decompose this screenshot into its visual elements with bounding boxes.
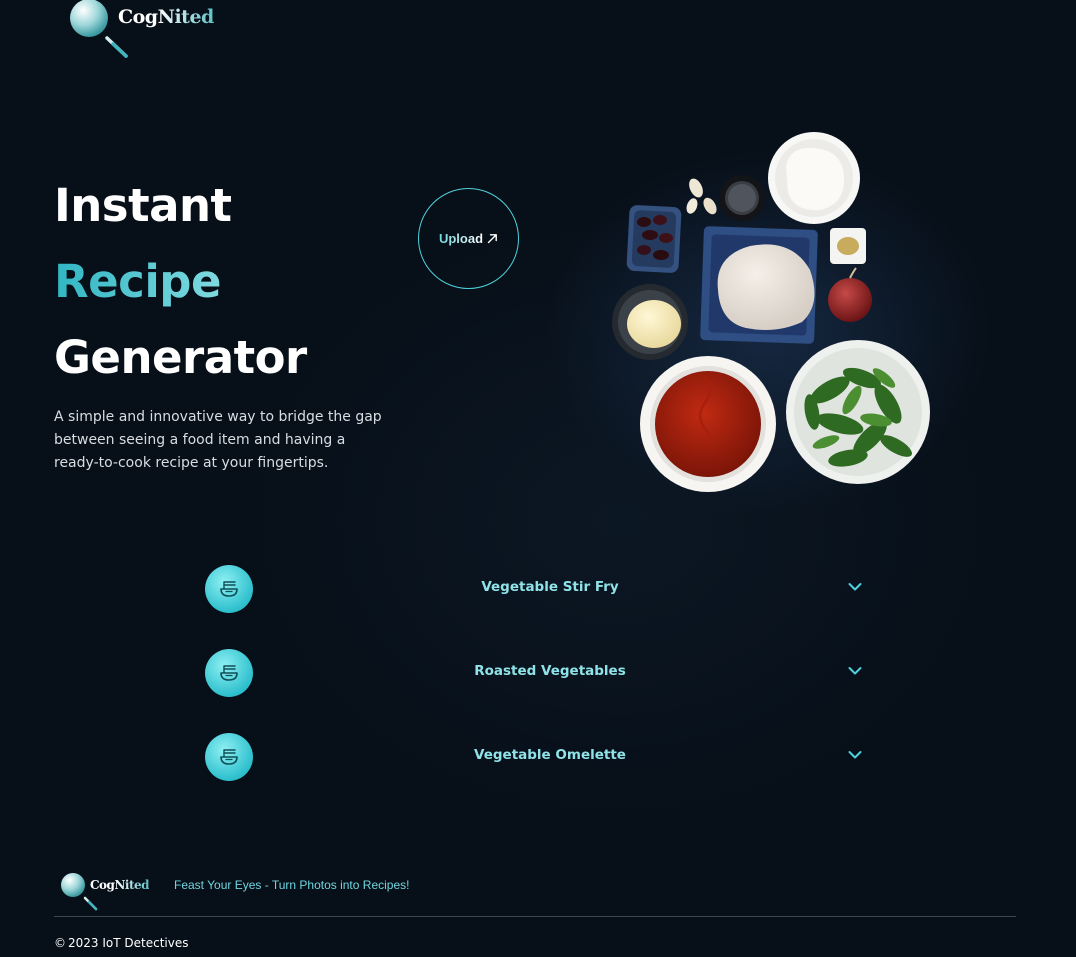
copyright-icon: © [54, 936, 66, 950]
recipe-item[interactable]: Roasted Vegetables [0, 646, 1076, 700]
chevron-down-icon[interactable] [848, 666, 862, 676]
footer-tagline: Feast Your Eyes - Turn Photos into Recip… [174, 878, 410, 892]
recipe-name: Vegetable Omelette [474, 747, 626, 763]
page: CogNited Instant Recipe Generator A simp… [0, 0, 1076, 957]
chevron-down-icon[interactable] [848, 750, 862, 760]
logo-wordmark: CogNited [118, 6, 214, 28]
footer-logo[interactable]: CogNited [58, 871, 150, 913]
food-ingredients-image [612, 132, 930, 492]
footer-logo-wordmark: CogNited [90, 878, 150, 892]
logo[interactable]: CogNited [68, 0, 214, 60]
hero-title-line-2: Recipe [54, 244, 307, 320]
upload-button[interactable]: Upload [418, 188, 519, 289]
recipe-name: Roasted Vegetables [474, 663, 626, 679]
noodle-bowl-icon [205, 733, 253, 781]
copyright-text: 2023 IoT Detectives [68, 936, 189, 950]
upload-button-label: Upload [438, 231, 484, 246]
chevron-down-icon[interactable] [848, 582, 862, 592]
footer-divider [54, 916, 1016, 917]
hero-title: Instant Recipe Generator [54, 168, 307, 396]
recipe-item[interactable]: Vegetable Omelette [0, 730, 1076, 784]
noodle-bowl-icon [205, 649, 253, 697]
hero-description: A simple and innovative way to bridge th… [54, 409, 382, 471]
recipe-item[interactable]: Vegetable Stir Fry [0, 562, 1076, 616]
noodle-bowl-icon [205, 565, 253, 613]
arrow-up-right-icon [487, 234, 497, 244]
hero-title-line-1: Instant [54, 179, 232, 232]
recipe-name: Vegetable Stir Fry [481, 579, 619, 595]
hero-title-line-3: Generator [54, 331, 307, 384]
copyright: © 2023 IoT Detectives [54, 936, 188, 950]
